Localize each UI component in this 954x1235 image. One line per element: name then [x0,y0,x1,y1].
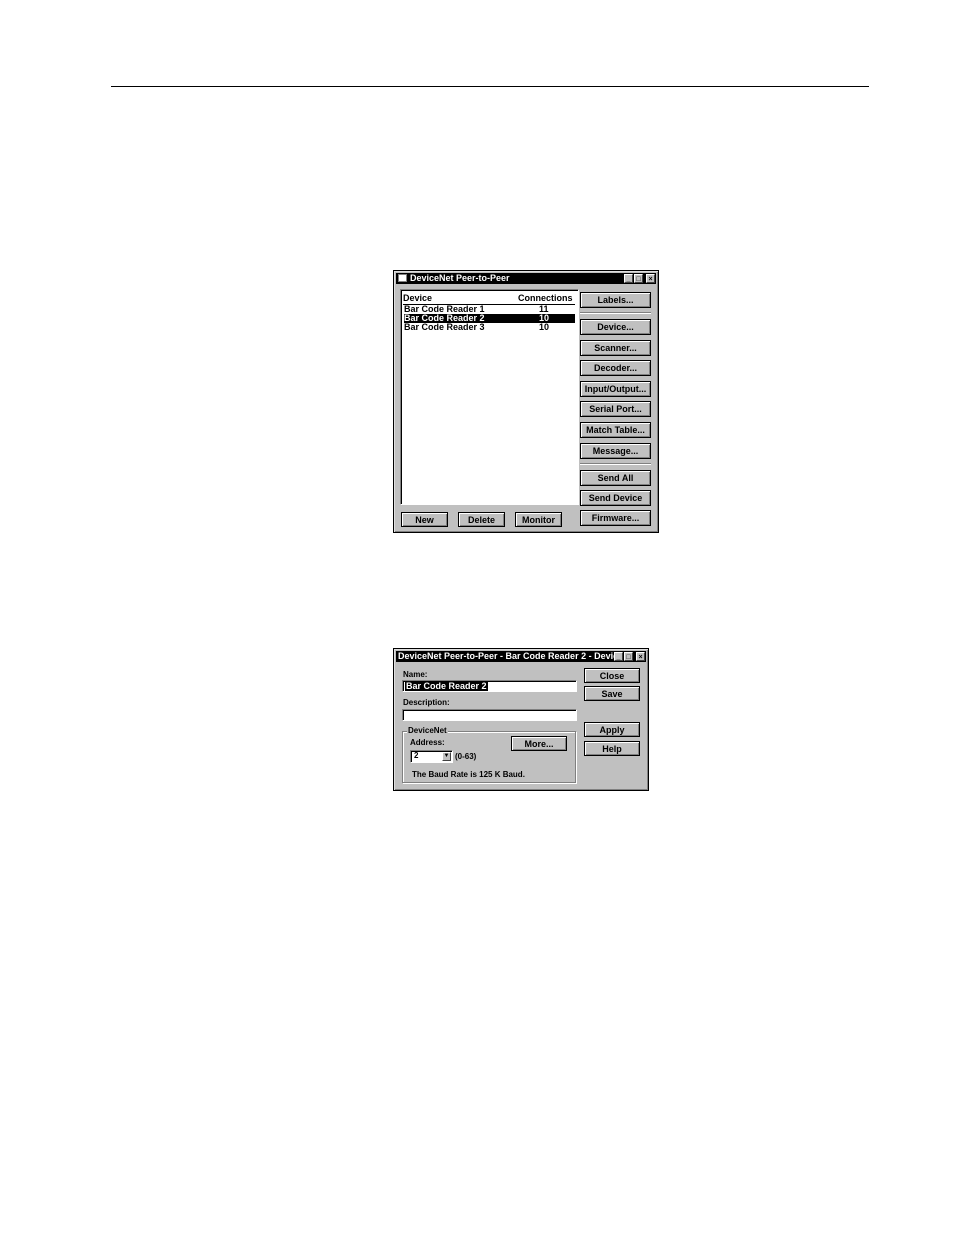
name-field[interactable]: Bar Code Reader 2 [402,680,577,692]
peer-to-peer-window: DeviceNet Peer-to-Peer _ □ × Device Conn… [393,270,659,533]
new-button[interactable]: New [401,512,448,527]
devicenet-group-label: DeviceNet [407,726,448,735]
page-header-rule [111,86,869,87]
close-icon[interactable]: × [636,652,645,661]
device-dialog: DeviceNet Peer-to-Peer - Bar Code Reader… [393,648,649,791]
maximize-icon[interactable]: □ [624,652,633,661]
firmware-button[interactable]: Firmware... [580,510,651,526]
separator [580,312,651,314]
baud-rate-text: The Baud Rate is 125 K Baud. [412,770,525,779]
serial-port-button[interactable]: Serial Port... [580,401,651,417]
scanner-button[interactable]: Scanner... [580,340,651,356]
separator [580,463,651,465]
address-label: Address: [410,738,445,747]
device-dialog-titlebar[interactable]: DeviceNet Peer-to-Peer - Bar Code Reader… [396,651,646,662]
close-icon[interactable]: × [646,274,655,283]
close-button[interactable]: Close [584,668,640,683]
address-combo[interactable]: 2 ▼ [410,750,453,763]
column-header-device[interactable]: Device [403,293,432,303]
device-button[interactable]: Device... [580,319,651,335]
dialog-title: DeviceNet Peer-to-Peer - Bar Code Reader… [398,651,624,661]
send-all-button[interactable]: Send All [580,470,651,486]
maximize-icon[interactable]: □ [634,274,643,283]
dropdown-arrow-icon[interactable]: ▼ [442,752,451,761]
labels-button[interactable]: Labels... [580,292,651,308]
peer-to-peer-titlebar[interactable]: DeviceNet Peer-to-Peer _ □ × [396,273,656,284]
delete-button[interactable]: Delete [458,512,505,527]
name-field-value: Bar Code Reader 2 [405,681,488,691]
description-label: Description: [403,698,450,707]
window-title: DeviceNet Peer-to-Peer [410,273,510,283]
help-button[interactable]: Help [584,741,640,756]
minimize-icon[interactable]: _ [614,652,623,661]
message-button[interactable]: Message... [580,443,651,459]
description-field[interactable] [402,709,577,721]
match-table-button[interactable]: Match Table... [580,422,651,438]
app-icon [398,274,407,282]
column-header-connections[interactable]: Connections [518,293,573,303]
address-value: 2 [414,751,419,760]
minimize-icon[interactable]: _ [624,274,633,283]
list-item[interactable]: Bar Code Reader 3 10 [404,323,575,332]
monitor-button[interactable]: Monitor [515,512,562,527]
more-button[interactable]: More... [511,736,567,751]
apply-button[interactable]: Apply [584,722,640,737]
name-label: Name: [403,670,428,679]
address-range: (0-63) [455,752,477,761]
send-device-button[interactable]: Send Device [580,490,651,506]
save-button[interactable]: Save [584,686,640,701]
device-list[interactable]: Device Connections Bar Code Reader 1 11 … [400,289,579,505]
decoder-button[interactable]: Decoder... [580,360,651,376]
input-output-button[interactable]: Input/Output... [580,381,651,397]
